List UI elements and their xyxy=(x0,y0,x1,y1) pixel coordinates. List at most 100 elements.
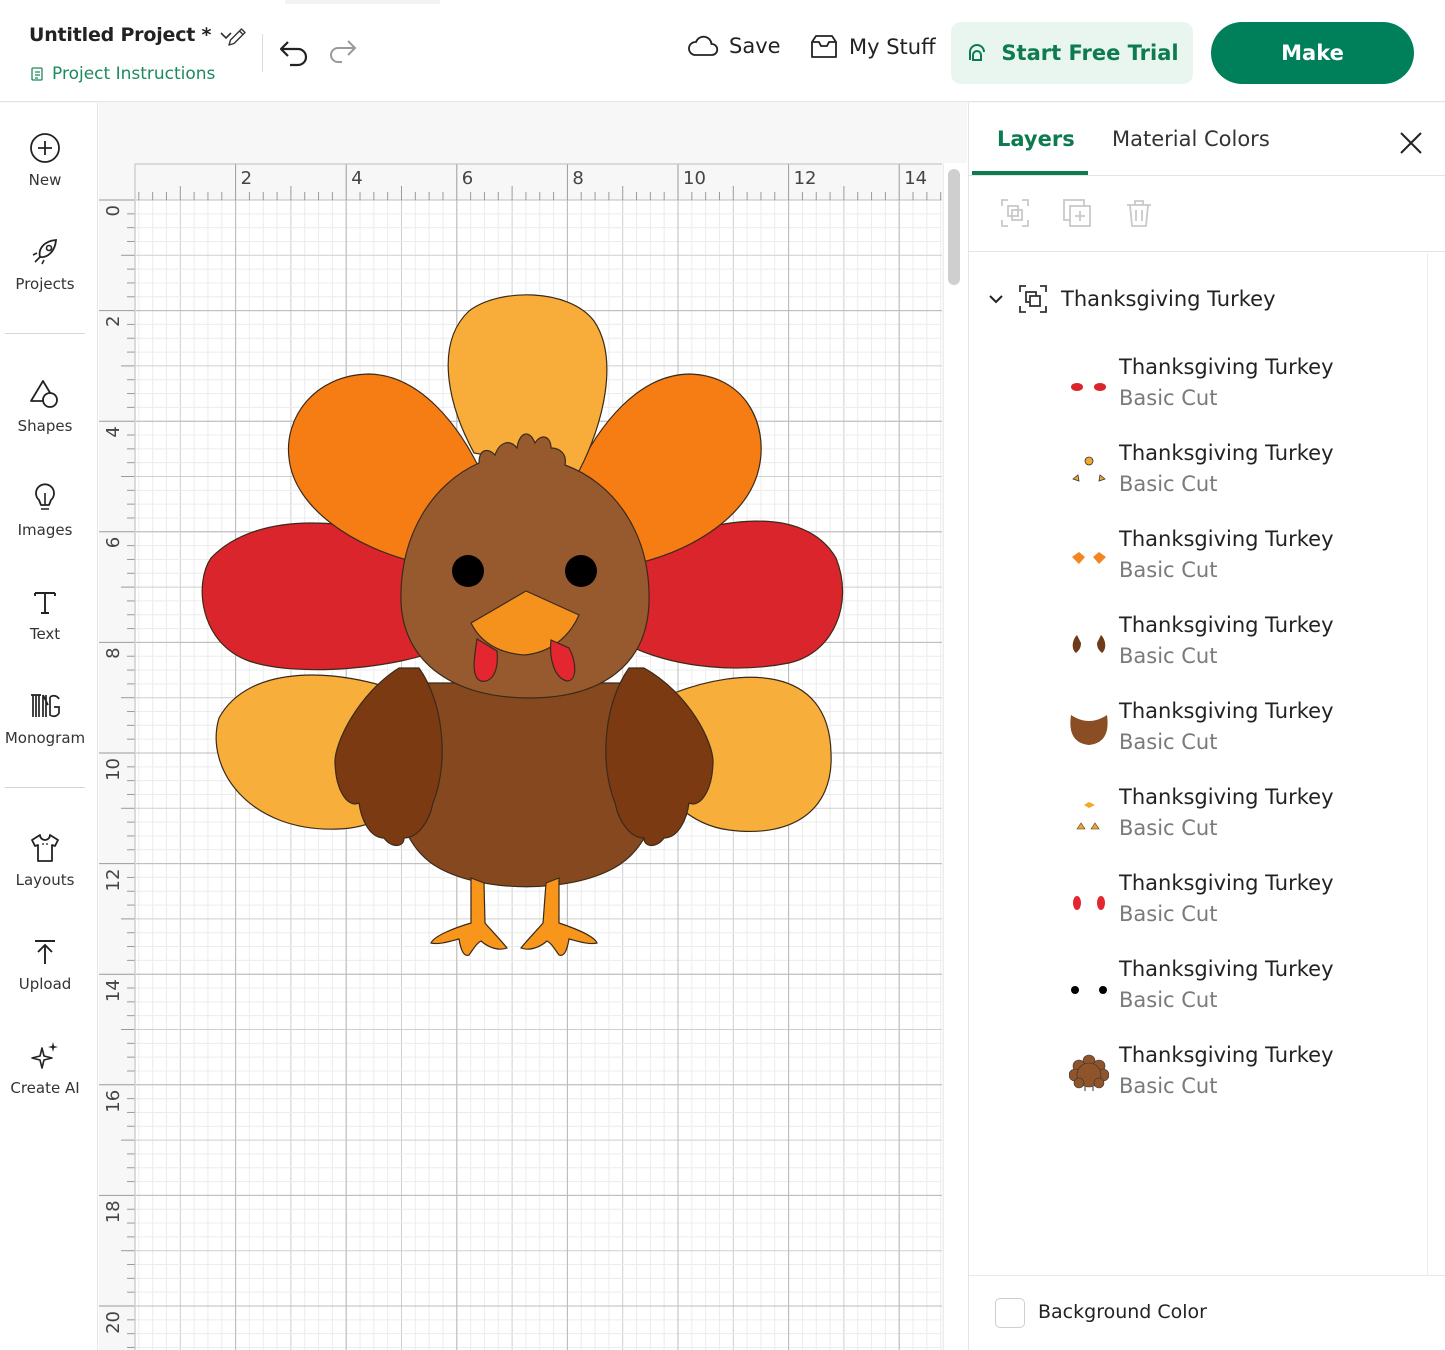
make-label: Make xyxy=(1281,41,1344,65)
layer-thumbnail-body xyxy=(1070,715,1108,745)
layer-name: Thanksgiving Turkey xyxy=(1119,1043,1334,1067)
toolbar-upload-label: Upload xyxy=(18,975,72,993)
layer-name: Thanksgiving Turkey xyxy=(1119,871,1334,895)
undo-icon[interactable] xyxy=(278,37,310,67)
layer-name: Thanksgiving Turkey xyxy=(1119,355,1334,379)
trial-icon xyxy=(969,44,986,61)
layer-thumbnail-orange-feathers xyxy=(1072,552,1106,564)
header-divider xyxy=(262,34,263,72)
layer-name: Thanksgiving Turkey xyxy=(1119,699,1334,723)
text-icon xyxy=(34,592,56,614)
layers-scroll-edge xyxy=(1427,253,1428,1275)
layer-operation: Basic Cut xyxy=(1119,472,1218,496)
rocket-icon xyxy=(32,239,57,265)
toolbar-shapes[interactable]: Shapes xyxy=(0,377,90,435)
inbox-icon xyxy=(811,35,837,58)
toolbar-layouts-label: Layouts xyxy=(15,871,75,889)
layer-row[interactable]: Thanksgiving Turkey Basic Cut xyxy=(1069,527,1409,597)
tshirt-icon xyxy=(31,834,59,862)
group-name: Thanksgiving Turkey xyxy=(1061,287,1276,311)
toolbar-layouts[interactable]: Layouts xyxy=(0,831,90,889)
layer-thumbnail-red-feathers xyxy=(1073,896,1105,910)
eye-right xyxy=(565,555,597,587)
toolbar-monogram-label: Monogram xyxy=(4,729,86,747)
duplicate-icon[interactable] xyxy=(1061,197,1093,229)
project-title-dropdown[interactable]: Untitled Project * xyxy=(29,24,233,46)
layer-row[interactable]: Thanksgiving Turkey Basic Cut xyxy=(1069,613,1409,683)
layer-thumbnail-wattles xyxy=(1071,383,1106,391)
toolbar-images-label: Images xyxy=(17,521,73,539)
toolbar-create-ai[interactable]: Create AI xyxy=(0,1039,90,1097)
project-instructions-label: Project Instructions xyxy=(52,64,216,84)
canvas-scrollbar-thumb[interactable] xyxy=(948,169,960,285)
shapes-icon xyxy=(30,380,58,408)
group-layer-icon xyxy=(1019,285,1047,313)
my-stuff-button[interactable]: My Stuff xyxy=(809,34,936,60)
start-free-trial-label: Start Free Trial xyxy=(1001,41,1179,65)
toolbar-projects-label: Projects xyxy=(15,275,75,293)
save-label: Save xyxy=(729,34,781,58)
layer-operation: Basic Cut xyxy=(1119,988,1218,1012)
project-instructions-link[interactable]: Project Instructions xyxy=(30,64,215,84)
toolbar-projects[interactable]: Projects xyxy=(0,235,90,293)
leg-right xyxy=(520,877,598,956)
canvas-scrollbar-track[interactable] xyxy=(943,163,967,1350)
close-icon[interactable] xyxy=(1397,129,1425,157)
chevron-down-icon[interactable] xyxy=(987,290,1005,308)
redo-icon[interactable] xyxy=(328,37,358,65)
make-button[interactable]: Make xyxy=(1211,22,1414,84)
layer-operation: Basic Cut xyxy=(1119,816,1218,840)
save-button[interactable]: Save xyxy=(687,34,781,58)
layer-name: Thanksgiving Turkey xyxy=(1119,957,1334,981)
toolbar-create-ai-label: Create AI xyxy=(10,1079,80,1097)
eye-left xyxy=(452,555,484,587)
layer-operation: Basic Cut xyxy=(1119,902,1218,926)
toolbar-text[interactable]: Text xyxy=(0,585,90,643)
toolbar-separator xyxy=(5,333,85,334)
design-canvas[interactable]: 2 4 6 8 10 12 14 0 2 4 6 8 10 12 14 16 18 20 xyxy=(99,103,967,1350)
layer-name: Thanksgiving Turkey xyxy=(1119,613,1334,637)
layer-operation: Basic Cut xyxy=(1119,730,1218,754)
leg-left xyxy=(430,877,508,956)
background-divider xyxy=(969,1275,1445,1276)
turkey-artwork[interactable] xyxy=(99,103,967,1350)
toolbar-new[interactable]: New xyxy=(0,131,90,189)
toolbar-monogram[interactable]: Monogram xyxy=(0,689,90,747)
top-strip-segment xyxy=(0,0,285,4)
layer-thumbnail-wings xyxy=(1072,635,1106,653)
plus-circle-icon xyxy=(30,133,60,163)
layer-row[interactable]: Thanksgiving Turkey Basic Cut xyxy=(1069,355,1409,425)
toolbar-shapes-label: Shapes xyxy=(17,417,73,435)
layer-thumbnail-claws xyxy=(1072,456,1106,482)
cloud-icon xyxy=(688,35,719,56)
toolbar-upload[interactable]: Upload xyxy=(0,935,90,993)
toolbar-new-label: New xyxy=(28,171,62,189)
project-title: Untitled Project * xyxy=(29,24,212,46)
layer-operation: Basic Cut xyxy=(1119,558,1218,582)
pencil-icon[interactable] xyxy=(226,26,248,48)
layer-row[interactable]: Thanksgiving Turkey Basic Cut xyxy=(1069,871,1409,941)
trash-icon[interactable] xyxy=(1123,197,1155,229)
layer-operation: Basic Cut xyxy=(1119,1074,1218,1098)
layer-row[interactable]: Thanksgiving Turkey Basic Cut xyxy=(1069,699,1409,769)
start-free-trial-button[interactable]: Start Free Trial xyxy=(951,22,1193,84)
tab-layers[interactable]: Layers xyxy=(997,127,1075,151)
layer-group-row[interactable]: Thanksgiving Turkey xyxy=(987,283,1276,315)
tab-material-colors[interactable]: Material Colors xyxy=(1112,127,1270,151)
layer-name: Thanksgiving Turkey xyxy=(1119,441,1334,465)
toolbar-images[interactable]: Images xyxy=(0,481,90,539)
layer-row[interactable]: Thanksgiving Turkey Basic Cut xyxy=(1069,441,1409,511)
group-icon[interactable] xyxy=(999,197,1031,229)
layer-operation: Basic Cut xyxy=(1119,644,1218,668)
layer-toolbar xyxy=(999,197,1155,229)
layer-row[interactable]: Thanksgiving Turkey Basic Cut xyxy=(1069,1043,1409,1113)
layers-panel: Layers Material Colors Thanksgiving Turk… xyxy=(968,103,1445,1350)
layer-name: Thanksgiving Turkey xyxy=(1119,785,1334,809)
layer-row[interactable]: Thanksgiving Turkey Basic Cut xyxy=(1069,785,1409,855)
background-color-checkbox[interactable] xyxy=(995,1298,1025,1328)
toolbar-divider xyxy=(969,251,1445,252)
layer-row[interactable]: Thanksgiving Turkey Basic Cut xyxy=(1069,957,1409,1027)
toolbar-separator xyxy=(5,787,85,788)
lightbulb-icon xyxy=(35,483,55,510)
monogram-icon xyxy=(31,694,60,718)
